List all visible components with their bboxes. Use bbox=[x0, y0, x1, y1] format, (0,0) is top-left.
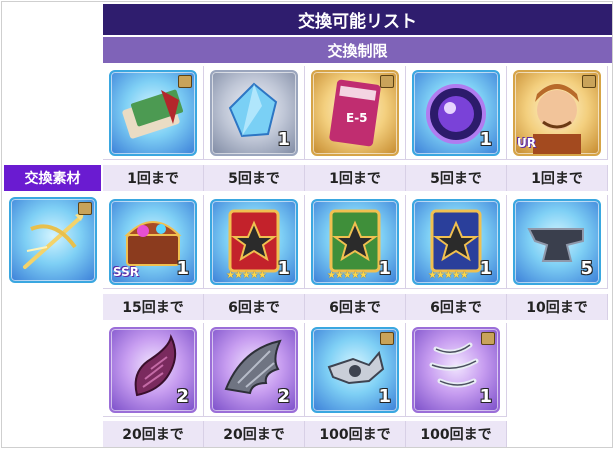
rarity-stars: ★★★★★ bbox=[428, 270, 469, 281]
red-tome-icon[interactable]: ★★★★★ 1 bbox=[210, 199, 298, 285]
reward-cell: ★★★★★ 1 bbox=[305, 195, 406, 289]
exchange-limit: 15回まで bbox=[103, 294, 204, 320]
reward-cell: E-5 bbox=[305, 66, 406, 160]
rarity-stars: ★★★★★ bbox=[226, 270, 267, 281]
exchange-limit: 6回まで bbox=[406, 294, 507, 320]
item-quantity: 2 bbox=[277, 386, 290, 407]
item-quantity: 1 bbox=[176, 258, 189, 279]
character-portrait-icon[interactable]: UR bbox=[513, 70, 601, 156]
exchange-limit: 20回まで bbox=[103, 421, 204, 447]
item-quantity: 1 bbox=[479, 258, 492, 279]
exchange-limit: 6回まで bbox=[204, 294, 305, 320]
item-quantity: 1 bbox=[479, 386, 492, 407]
item-badge-icon bbox=[582, 75, 596, 88]
item-badge-icon bbox=[380, 75, 394, 88]
exchange-limit: 20回まで bbox=[204, 421, 305, 447]
golden-crossbow-icon[interactable] bbox=[9, 197, 97, 283]
silver-gauntlet-icon[interactable]: 1 bbox=[311, 327, 399, 413]
blue-crystal-icon[interactable]: 1 bbox=[210, 70, 298, 156]
reward-cell: ★★★★★ 1 bbox=[406, 195, 507, 289]
exchange-list-title: 交換可能リスト bbox=[103, 4, 612, 35]
treasure-chest-icon[interactable]: SSR 1 bbox=[109, 199, 197, 285]
horn-icon[interactable]: 2 bbox=[109, 327, 197, 413]
exchange-limit-header: 交換制限 bbox=[103, 37, 612, 63]
exchange-material-cell bbox=[3, 195, 100, 289]
reward-cell: 2 bbox=[204, 323, 305, 417]
item-badge-icon bbox=[178, 75, 192, 88]
reward-cell: UR bbox=[507, 66, 608, 160]
exchange-limit: 1回まで bbox=[103, 165, 204, 191]
exchange-limit: 5回まで bbox=[406, 165, 507, 191]
reward-cell: 5 bbox=[507, 195, 608, 289]
rarity-badge: UR bbox=[517, 136, 536, 150]
green-tome-icon[interactable]: ★★★★★ 1 bbox=[311, 199, 399, 285]
exchange-limit: 6回まで bbox=[305, 294, 406, 320]
reward-cell: 1 bbox=[406, 323, 507, 417]
card-pack-icon[interactable]: E-5 bbox=[311, 70, 399, 156]
purple-orb-icon[interactable]: 1 bbox=[412, 70, 500, 156]
item-quantity: 1 bbox=[378, 386, 391, 407]
exchange-limit: 1回まで bbox=[507, 165, 608, 191]
silver-claw-icon[interactable]: 1 bbox=[412, 327, 500, 413]
blue-tome-icon[interactable]: ★★★★★ 1 bbox=[412, 199, 500, 285]
rarity-badge: SSR bbox=[113, 265, 139, 279]
item-quantity: 1 bbox=[277, 258, 290, 279]
reward-cell: SSR 1 bbox=[103, 195, 204, 289]
reward-cell: 1 bbox=[204, 66, 305, 160]
exchange-limit: 10回まで bbox=[507, 294, 608, 320]
item-quantity: 5 bbox=[580, 258, 593, 279]
reward-cell: 2 bbox=[103, 323, 204, 417]
item-quantity: 1 bbox=[479, 129, 492, 150]
exchange-limit: 1回まで bbox=[305, 165, 406, 191]
item-quantity: 2 bbox=[176, 386, 189, 407]
item-badge-icon bbox=[380, 332, 394, 345]
reward-cell: 1 bbox=[305, 323, 406, 417]
exchange-material-label: 交換素材 bbox=[4, 165, 101, 191]
exchange-limit: 5回まで bbox=[204, 165, 305, 191]
item-quantity: 1 bbox=[277, 129, 290, 150]
exchange-limit: 100回まで bbox=[406, 421, 507, 447]
reward-cell: 1 bbox=[406, 66, 507, 160]
exchange-limit: 100回まで bbox=[305, 421, 406, 447]
item-badge-icon bbox=[481, 332, 495, 345]
item-badge-icon bbox=[78, 202, 92, 215]
reward-cell bbox=[103, 66, 204, 160]
reward-cell: ★★★★★ 1 bbox=[204, 195, 305, 289]
svg-text:E-5: E-5 bbox=[346, 111, 368, 125]
wing-icon[interactable]: 2 bbox=[210, 327, 298, 413]
anvil-icon[interactable]: 5 bbox=[513, 199, 601, 285]
money-envelope-icon[interactable] bbox=[109, 70, 197, 156]
item-quantity: 1 bbox=[378, 258, 391, 279]
rarity-stars: ★★★★★ bbox=[327, 270, 368, 281]
